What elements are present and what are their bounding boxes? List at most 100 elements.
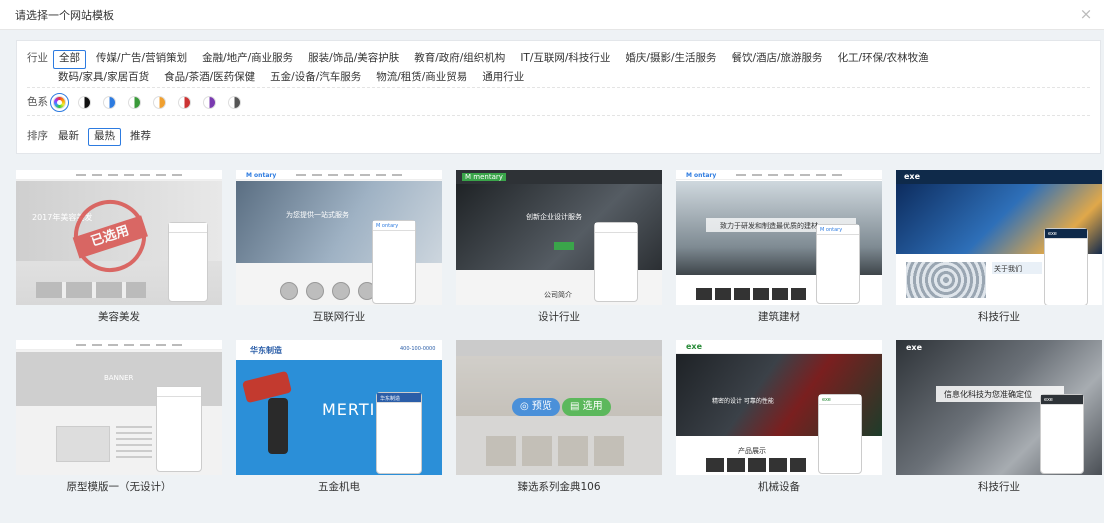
template-dialog: 请选择一个网站模板 × 行业 全部 传媒/广告/营销策划 金融/地产/商业服务 服装/…: [0, 0, 1104, 523]
banner-text: BANNER: [104, 374, 134, 382]
banner-text: 致力于研发和制造最优质的建材: [720, 222, 818, 230]
template-thumbnail[interactable]: M mentary 创新企业设计服务 公司简介: [456, 170, 662, 305]
color-swatches: [50, 92, 253, 112]
industry-option[interactable]: 教育/政府/组织机构: [409, 50, 510, 69]
logo: exe: [906, 343, 923, 352]
phone-mockup: M ontary: [816, 224, 860, 304]
banner-text: 精密的设计 可靠的性能: [712, 398, 774, 405]
industry-option[interactable]: 传媒/广告/营销策划: [91, 50, 192, 69]
sort-option[interactable]: 推荐: [125, 128, 156, 146]
template-name: 设计行业: [538, 311, 580, 323]
template-name: 科技行业: [978, 481, 1020, 493]
color-swatch[interactable]: [103, 95, 116, 109]
color-swatch[interactable]: [203, 95, 216, 109]
sort-option[interactable]: 最新: [53, 128, 84, 146]
template-name: 臻选系列金典106: [517, 481, 601, 493]
phone-mockup: 华东制造: [376, 392, 422, 474]
section-title: 公司简介: [544, 291, 572, 299]
industry-option[interactable]: 婚庆/摄影/生活服务: [620, 50, 721, 69]
phone-mockup: M ontary: [372, 220, 416, 304]
section-title: 关于我们: [994, 265, 1022, 273]
template-card[interactable]: exe 精密的设计 可靠的性能 产品展示 exe 机械设备: [676, 340, 882, 499]
banner-text: 创新企业设计服务: [526, 213, 582, 221]
template-name: 五金机电: [318, 481, 360, 493]
sort-label: 排序: [27, 130, 48, 142]
logo: M mentary: [462, 173, 506, 181]
industry-option[interactable]: 餐饮/酒店/旅游服务: [726, 50, 827, 69]
banner-text: 信息化科技为您准确定位: [944, 390, 1032, 399]
template-card[interactable]: 华东制造 400-100-0000 MERTI 华东制造 五金机电: [236, 340, 442, 499]
phone-mockup: [168, 222, 208, 302]
sort-option[interactable]: 最热: [88, 128, 121, 146]
thumb-nav: M ontary: [676, 170, 882, 180]
industry-option[interactable]: 通用行业: [477, 69, 529, 88]
template-card[interactable]: ◎ 预览 ▤ 选用 臻选系列金典106: [456, 340, 662, 499]
filter-panel: 行业 全部 传媒/广告/营销策划 金融/地产/商业服务 服装/饰品/美容护肤 教育/政府…: [16, 40, 1101, 154]
template-name: 科技行业: [978, 311, 1020, 323]
color-swatch[interactable]: [228, 95, 241, 109]
color-filter-row: 色系: [27, 92, 1090, 116]
phone-mockup: exe: [1044, 228, 1088, 305]
template-name: 互联网行业: [312, 311, 366, 323]
color-label: 色系: [27, 96, 48, 108]
preview-button[interactable]: ◎ 预览: [512, 398, 560, 416]
template-thumbnail[interactable]: M ontary 致力于研发和制造最优质的建材 M ontary: [676, 170, 882, 305]
template-thumbnail[interactable]: 2017年美容美发 已选用: [16, 170, 222, 305]
industry-option[interactable]: 数码/家具/家居百货: [53, 69, 154, 88]
thumb-nav: [16, 340, 222, 350]
industry-option[interactable]: 化工/环保/农林牧渔: [833, 50, 934, 69]
industry-option[interactable]: 金融/地产/商业服务: [197, 50, 298, 69]
template-thumbnail[interactable]: exe 信息化科技为您准确定位 exe: [896, 340, 1102, 475]
phone-mockup: [156, 386, 202, 472]
color-swatch[interactable]: [78, 95, 91, 109]
logo: exe: [904, 172, 921, 181]
thumb-nav: [16, 170, 222, 180]
industry-option[interactable]: IT/互联网/科技行业: [515, 50, 615, 69]
template-card[interactable]: BANNER 原型模版一（无设计）: [16, 340, 222, 499]
color-swatch[interactable]: [178, 95, 191, 109]
thumb-nav: M ontary: [236, 170, 442, 180]
banner-text: 为您提供一站式服务: [286, 211, 349, 219]
select-button[interactable]: ▤ 选用: [562, 398, 611, 416]
industry-option[interactable]: 服装/饰品/美容护肤: [303, 50, 404, 69]
logo: exe: [686, 342, 703, 351]
color-swatch[interactable]: [128, 95, 141, 109]
template-card[interactable]: M mentary 创新企业设计服务 公司简介 设计行业: [456, 170, 662, 329]
industry-options: 全部 传媒/广告/营销策划 金融/地产/商业服务 服装/饰品/美容护肤 教育/政府/组织…: [53, 50, 1043, 87]
template-card[interactable]: exe 信息化科技为您准确定位 exe 科技行业: [896, 340, 1102, 499]
phone-mockup: [594, 222, 638, 302]
banner-text: MERTI: [322, 400, 376, 419]
template-name: 建筑建材: [758, 311, 800, 323]
template-thumbnail[interactable]: exe 关于我们 exe: [896, 170, 1102, 305]
template-card[interactable]: exe 关于我们 exe 科技行业: [896, 170, 1102, 329]
template-card[interactable]: M ontary 为您提供一站式服务 M ontary 互联网行业: [236, 170, 442, 329]
industry-option[interactable]: 全部: [53, 50, 86, 69]
sort-filter-row: 排序 最新 最热 推荐: [27, 128, 1090, 146]
phone-mockup: exe: [818, 394, 862, 474]
dialog-title: 请选择一个网站模板: [15, 8, 114, 22]
industry-filter-row: 行业 全部 传媒/广告/营销策划 金融/地产/商业服务 服装/饰品/美容护肤 教育/政府…: [27, 50, 1090, 88]
industry-option[interactable]: 物流/租赁/商业贸易: [371, 69, 472, 88]
template-card[interactable]: 2017年美容美发 已选用 美容美发: [16, 170, 222, 329]
section-title: 产品展示: [738, 447, 766, 455]
template-name: 机械设备: [758, 481, 800, 493]
industry-option[interactable]: 食品/茶酒/医药保健: [159, 69, 260, 88]
sort-options: 最新 最热 推荐: [53, 128, 1043, 146]
template-thumbnail[interactable]: exe 精密的设计 可靠的性能 产品展示 exe: [676, 340, 882, 475]
industry-label: 行业: [27, 52, 48, 64]
logo: 华东制造: [250, 346, 282, 355]
template-thumbnail[interactable]: BANNER: [16, 340, 222, 475]
close-icon[interactable]: ×: [1078, 6, 1094, 22]
industry-option[interactable]: 五金/设备/汽车服务: [265, 69, 366, 88]
template-name: 原型模版一（无设计）: [66, 481, 172, 493]
phone-mockup: exe: [1040, 394, 1084, 474]
template-card[interactable]: M ontary 致力于研发和制造最优质的建材 M ontary 建筑建材: [676, 170, 882, 329]
phone-number: 400-100-0000: [400, 346, 436, 352]
template-thumbnail[interactable]: ◎ 预览 ▤ 选用: [456, 340, 662, 475]
dialog-header: 请选择一个网站模板 ×: [0, 0, 1104, 30]
template-name: 美容美发: [98, 311, 140, 323]
template-thumbnail[interactable]: 华东制造 400-100-0000 MERTI 华东制造: [236, 340, 442, 475]
color-swatch[interactable]: [50, 92, 69, 112]
template-thumbnail[interactable]: M ontary 为您提供一站式服务 M ontary: [236, 170, 442, 305]
color-swatch[interactable]: [153, 95, 166, 109]
